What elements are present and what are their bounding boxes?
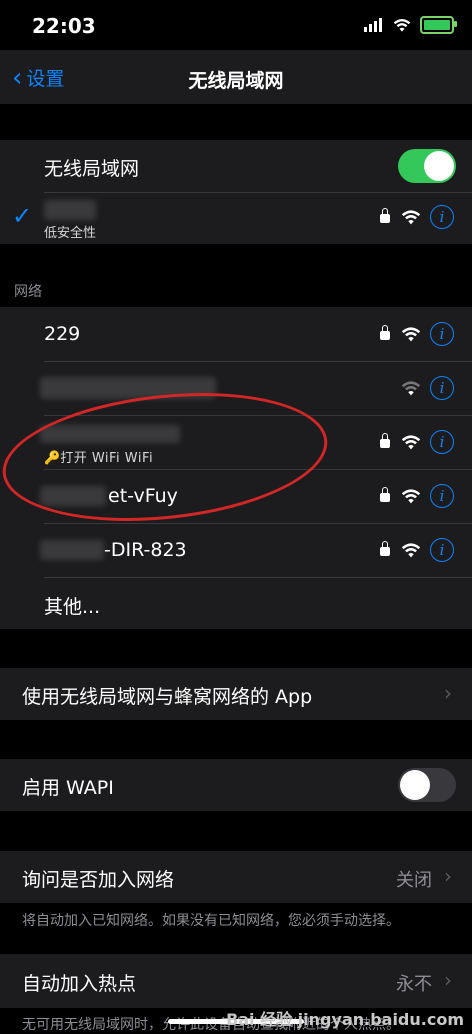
wifi-signal-icon	[401, 543, 421, 558]
wapi-group: 启用 WAPI	[0, 759, 472, 811]
page-title: 无线局域网	[188, 70, 284, 92]
other-network-row[interactable]: 其他...	[0, 577, 472, 629]
info-icon[interactable]: i	[430, 538, 454, 562]
network-name: 229	[44, 323, 81, 345]
chevron-right-icon: ›	[444, 864, 452, 888]
wifi-toggle-label: 无线局域网	[44, 158, 140, 180]
ask-join-label: 询问是否加入网络	[22, 869, 175, 891]
network-name: -DIR-823	[104, 539, 187, 561]
info-icon[interactable]: i	[430, 376, 454, 400]
battery-icon	[420, 16, 457, 34]
wifi-status-icon	[393, 18, 411, 32]
ask-join-value: 关闭	[396, 870, 432, 891]
info-icon[interactable]: i	[430, 430, 454, 454]
apps-group: 使用无线局域网与蜂窝网络的 App ›	[0, 668, 472, 720]
status-time: 22:03	[32, 14, 96, 38]
lock-icon	[380, 487, 390, 502]
lock-icon	[380, 541, 390, 556]
chevron-right-icon: ›	[444, 681, 452, 705]
apps-row-label: 使用无线局域网与蜂窝网络的 App	[22, 686, 313, 708]
lock-icon	[380, 325, 390, 340]
info-icon[interactable]: i	[430, 205, 454, 229]
network-row[interactable]: 229 i	[0, 307, 472, 361]
status-icons	[364, 16, 457, 34]
wifi-signal-icon	[401, 327, 421, 342]
ask-join-group: 询问是否加入网络 关闭 ›	[0, 851, 472, 903]
hotspot-label: 自动加入热点	[22, 973, 137, 995]
wifi-toggle[interactable]	[398, 149, 456, 183]
lock-icon	[380, 208, 390, 223]
lock-icon	[380, 433, 390, 448]
chevron-right-icon: ›	[444, 968, 452, 992]
wifi-signal-icon	[401, 489, 421, 504]
hotspot-value: 永不	[396, 974, 432, 995]
wifi-signal-icon	[401, 435, 421, 450]
network-row[interactable]: -DIR-823 i	[0, 523, 472, 577]
info-icon[interactable]: i	[430, 322, 454, 346]
apps-row[interactable]: 使用无线局域网与蜂窝网络的 App ›	[0, 668, 472, 720]
wifi-group: 无线局域网 ✓ 低安全性 i	[0, 140, 472, 244]
wifi-signal-icon	[401, 381, 421, 396]
cellular-signal-icon	[364, 18, 382, 32]
info-icon[interactable]: i	[430, 484, 454, 508]
checkmark-icon: ✓	[12, 202, 33, 230]
network-name-redacted	[40, 540, 104, 560]
connected-network-subtitle: 低安全性	[44, 226, 97, 241]
wifi-toggle-row: 无线局域网	[0, 140, 472, 192]
ask-join-footnote: 将自动加入已知网络。如果没有已知网络，您必须手动选择。	[22, 913, 400, 929]
hotspot-row[interactable]: 自动加入热点 永不 ›	[0, 954, 472, 1008]
other-network-label: 其他...	[44, 596, 101, 618]
ask-join-row[interactable]: 询问是否加入网络 关闭 ›	[0, 851, 472, 903]
wapi-row: 启用 WAPI	[0, 759, 472, 811]
hotspot-group: 自动加入热点 永不 ›	[0, 954, 472, 1008]
wifi-signal-icon	[401, 210, 421, 225]
wapi-toggle[interactable]	[398, 768, 456, 802]
connected-network-row[interactable]: ✓ 低安全性 i	[0, 192, 472, 244]
wapi-label: 启用 WAPI	[22, 777, 114, 799]
watermark: Bai 经验 jingyan.baidu.com	[226, 1010, 464, 1029]
networks-section-header: 网络	[14, 284, 42, 300]
network-name-redacted	[44, 200, 96, 220]
